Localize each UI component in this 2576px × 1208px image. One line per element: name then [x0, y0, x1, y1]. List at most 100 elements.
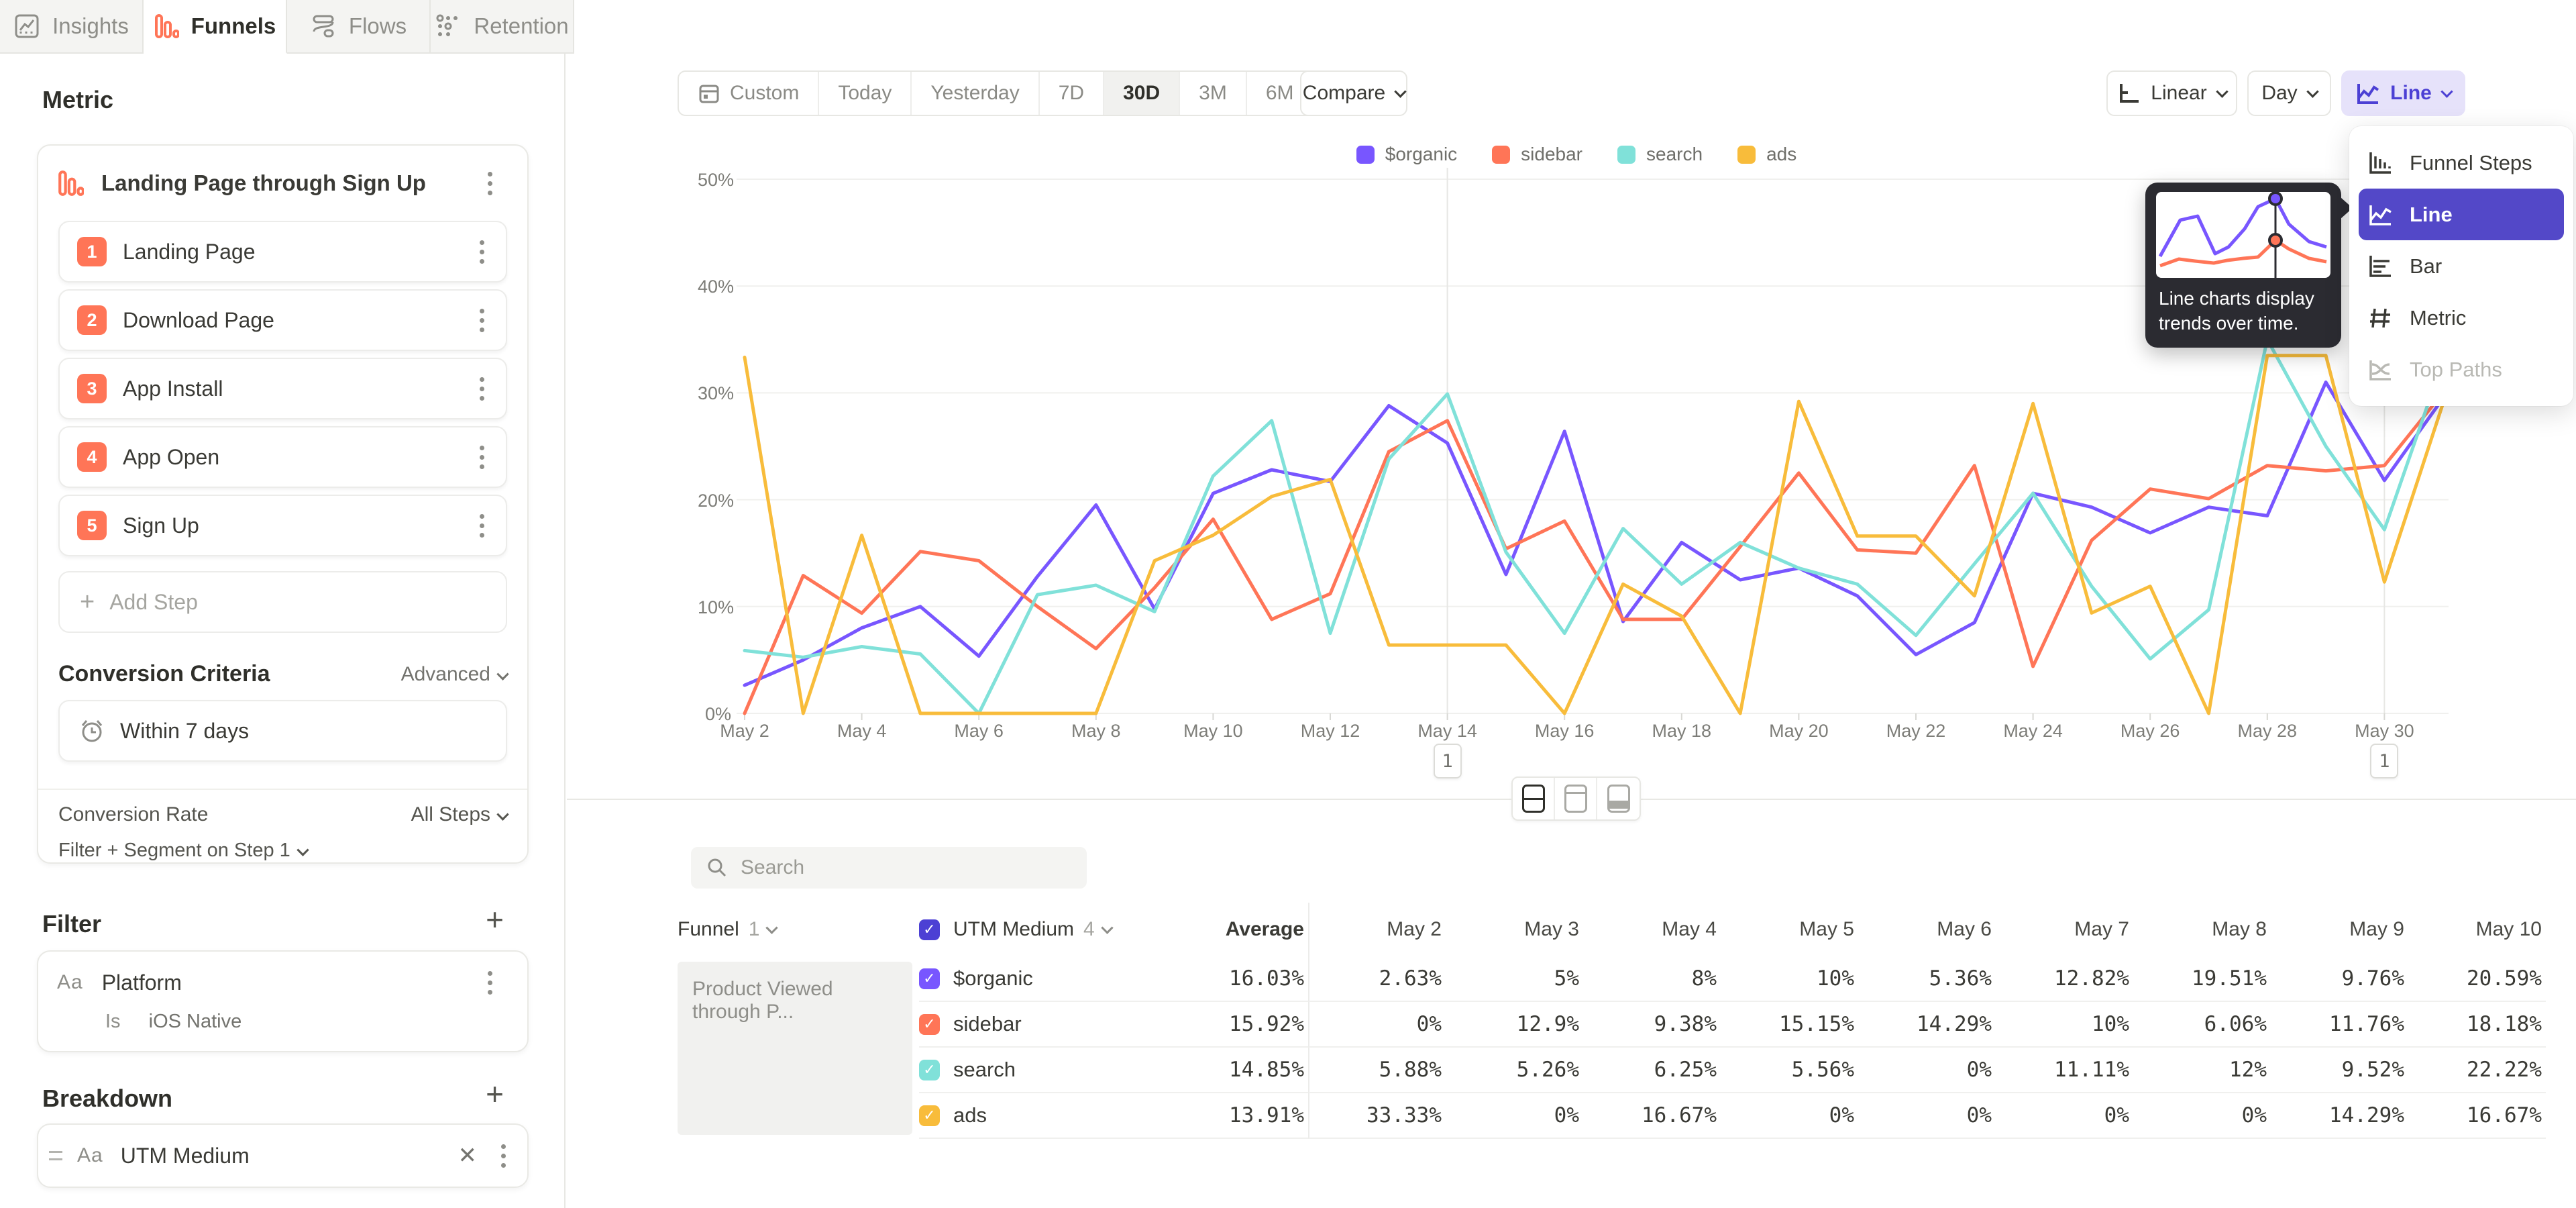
date-range-option[interactable]: 30D — [1104, 72, 1180, 115]
add-breakdown-button[interactable]: + — [486, 1082, 504, 1106]
conversion-window-row[interactable]: Within 7 days — [58, 700, 507, 762]
select-all-checkbox[interactable]: ✓ — [919, 919, 940, 940]
conversion-mode-select[interactable]: Advanced — [401, 663, 507, 686]
metric-heading: Metric — [42, 86, 113, 114]
metric-card-header[interactable]: Landing Page through Sign Up — [57, 159, 514, 207]
funnel-step-row[interactable]: 4App Open — [58, 426, 507, 488]
breakdown-property: UTM Medium — [121, 1144, 250, 1168]
filter-condition[interactable]: Is iOS Native — [105, 1011, 241, 1033]
x-axis-label: May 28 — [2227, 721, 2308, 742]
chevron-down-icon — [766, 921, 778, 934]
card-divider — [38, 789, 527, 790]
daily-value: 19.51% — [2133, 956, 2271, 1002]
funnel-step-row[interactable]: 1Landing Page — [58, 221, 507, 283]
step-kebab-icon[interactable] — [476, 373, 488, 405]
table-search — [691, 847, 1087, 889]
series-cell[interactable]: ✓ search — [919, 1048, 1140, 1093]
daily-value: 0% — [1721, 1093, 1858, 1139]
add-step-button[interactable]: + Add Step — [58, 571, 507, 633]
step-label: Sign Up — [123, 513, 199, 538]
add-filter-button[interactable]: + — [486, 907, 504, 932]
chevron-down-icon — [1101, 921, 1113, 934]
date-range-option[interactable]: Yesterday — [912, 72, 1039, 115]
table-row: ✓sidebar15.92%0%12.9%9.38%15.15%14.29%10… — [678, 1002, 2576, 1048]
funnel-column-select[interactable]: Funnel 1 — [678, 918, 919, 941]
breakdown-table: Funnel 1 ✓ UTM Medium 4 Average May 2May… — [678, 903, 2576, 1139]
chart-type-option-metric[interactable]: Metric — [2349, 292, 2573, 344]
daily-value: 5.36% — [1858, 956, 1996, 1002]
date-range-option[interactable]: 7D — [1040, 72, 1104, 115]
compare-button[interactable]: Compare — [1300, 70, 1407, 116]
chart-type-option-funnel-steps[interactable]: Funnel Steps — [2349, 137, 2573, 189]
step-kebab-icon[interactable] — [476, 442, 488, 473]
step-kebab-icon[interactable] — [476, 236, 488, 268]
daily-value: 9.76% — [2271, 956, 2408, 1002]
search-icon — [706, 856, 729, 879]
date-range-option[interactable]: Today — [819, 72, 912, 115]
series-cell[interactable]: ✓sidebar — [919, 1002, 1140, 1048]
series-cell[interactable]: ✓ $organic — [919, 956, 1140, 1002]
filter-kebab-icon[interactable] — [484, 967, 496, 999]
annotation-marker[interactable]: 1 — [2370, 744, 2398, 778]
date-range-option[interactable]: 3M — [1180, 72, 1247, 115]
scale-select[interactable]: Linear — [2106, 70, 2237, 116]
funnel-step-row[interactable]: 2Download Page — [58, 289, 507, 351]
layout-split-toggle[interactable] — [1513, 778, 1555, 819]
funnel-metric-icon — [57, 169, 84, 197]
retention-icon — [435, 13, 462, 40]
breakdown-kebab-icon[interactable] — [497, 1140, 510, 1172]
daily-value: 12% — [2133, 1048, 2271, 1093]
series-label: $organic — [953, 966, 1033, 991]
series-checkbox[interactable]: ✓ — [919, 968, 940, 989]
chart-type-option-bar[interactable]: Bar — [2349, 240, 2573, 292]
chart-type-option-top-paths: Top Paths — [2349, 344, 2573, 395]
top-paths-icon — [2367, 356, 2394, 383]
metric-kebab-icon[interactable] — [484, 168, 496, 199]
tab-funnels[interactable]: Funnels — [144, 0, 287, 54]
filter-segment-select[interactable]: Filter + Segment on Step 1 — [58, 840, 307, 862]
annotation-marker[interactable]: 1 — [1434, 744, 1462, 778]
y-axis-label: 10% — [698, 597, 731, 618]
tab-retention[interactable]: Retention — [431, 0, 574, 54]
daily-value: 0% — [1858, 1048, 1996, 1093]
x-axis-label: May 30 — [2344, 721, 2424, 742]
flows-icon — [310, 13, 337, 40]
funnel-step-row[interactable]: 5 Sign Up — [58, 495, 507, 556]
tab-flows[interactable]: Flows — [287, 0, 431, 54]
split-view-icon — [1522, 785, 1545, 813]
breakdown-card[interactable]: Aa UTM Medium ✕ — [37, 1123, 529, 1188]
funnel-step-row[interactable]: 3App Install — [58, 358, 507, 419]
interval-select[interactable]: Day — [2247, 70, 2331, 116]
layout-chart-toggle[interactable] — [1555, 778, 1597, 819]
breakdown-column-select[interactable]: ✓ UTM Medium 4 — [919, 918, 1140, 941]
tab-insights[interactable]: Insights — [0, 0, 144, 54]
series-checkbox[interactable]: ✓ — [919, 1060, 940, 1080]
date-column-header: May 10 — [2408, 918, 2546, 941]
daily-value: 12.9% — [1446, 1002, 1583, 1048]
close-icon[interactable]: ✕ — [458, 1142, 478, 1169]
series-label: search — [953, 1058, 1016, 1082]
y-axis-label: 30% — [698, 383, 731, 404]
series-cell[interactable]: ✓ads — [919, 1093, 1140, 1139]
date-range-option[interactable]: Custom — [679, 72, 819, 115]
line-chart-icon — [2367, 201, 2394, 228]
average-value: 15.92% — [1140, 1002, 1308, 1048]
funnel-name-cell[interactable]: Product Viewed through P... — [678, 962, 912, 1135]
step-kebab-icon[interactable] — [476, 305, 488, 336]
chart-type-select[interactable]: Line — [2341, 70, 2465, 116]
drag-handle-icon[interactable] — [49, 1151, 62, 1160]
search-input[interactable] — [741, 856, 1072, 879]
add-step-label: Add Step — [109, 590, 198, 615]
conversion-rate-select[interactable]: All Steps — [411, 803, 507, 826]
layout-table-toggle[interactable] — [1597, 778, 1640, 819]
step-number-badge: 5 — [77, 511, 107, 540]
series-checkbox[interactable]: ✓ — [919, 1105, 940, 1126]
step-kebab-icon[interactable] — [476, 510, 488, 542]
text-property-icon: Aa — [77, 1144, 103, 1167]
query-sidebar: Metric Landing Page through Sign Up 1Lan… — [0, 54, 566, 1208]
table-row: ✓ads13.91%33.33%0%16.67%0%0%0%0%14.29%16… — [678, 1093, 2576, 1139]
chart-type-option-line[interactable]: Line — [2359, 189, 2564, 240]
x-axis-label: May 22 — [1876, 721, 1956, 742]
series-checkbox[interactable]: ✓ — [919, 1014, 940, 1035]
filter-card[interactable]: Aa Platform Is iOS Native — [37, 950, 529, 1052]
